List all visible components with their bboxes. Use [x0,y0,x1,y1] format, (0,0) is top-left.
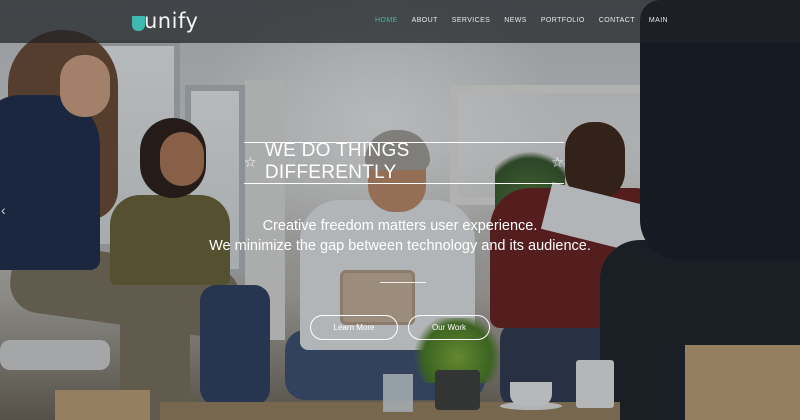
nav-item-main[interactable]: MAIN [642,15,675,27]
nav-item-home[interactable]: HOME [368,15,405,27]
our-work-button[interactable]: Our Work [408,315,490,340]
hero-overlay [0,0,800,420]
nav-item-news[interactable]: NEWS [497,15,534,27]
hero-subtitle-line-2: We minimize the gap between technology a… [209,238,591,254]
brand-logo[interactable]: unify [132,8,198,34]
hero-headline-text: WE DO THINGS DIFFERENTLY [264,140,410,183]
star-outline-icon: ☆ [244,154,257,170]
nav-item-services[interactable]: SERVICES [445,15,497,27]
star-outline-icon: ☆ [551,154,564,170]
chevron-left-icon[interactable]: ‹ [1,202,11,218]
headline-rule-bottom [244,183,564,184]
divider [380,282,426,283]
nav-item-portfolio[interactable]: PORTFOLIO [534,15,592,27]
hero-subtitle-line-1: Creative freedom matters user experience… [262,218,538,234]
learn-more-button[interactable]: Learn More [310,315,398,340]
nav-item-contact[interactable]: CONTACT [592,15,642,27]
hero-headline: ☆ WE DO THINGS DIFFERENTLY ☆ [244,140,564,183]
main-nav: HOME ABOUT SERVICES NEWS PORTFOLIO CONTA… [368,15,675,27]
nav-item-about[interactable]: ABOUT [405,15,445,27]
logo-text: unify [144,9,199,33]
top-navbar: unify HOME ABOUT SERVICES NEWS PORTFOLIO… [0,0,800,43]
